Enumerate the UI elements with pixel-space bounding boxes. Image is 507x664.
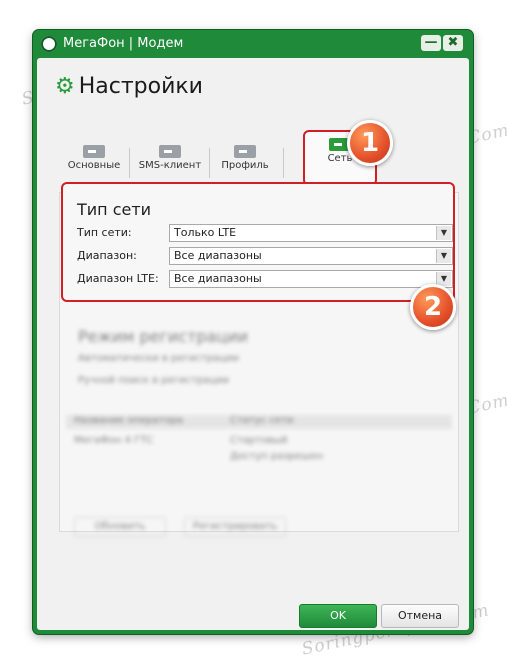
tab-basic[interactable]: Основные xyxy=(65,142,123,186)
lte-band-select[interactable]: Все диапазоны ▼ xyxy=(169,270,453,288)
tab-label: Основные xyxy=(67,160,121,171)
tab-divider xyxy=(129,148,130,178)
step-badge-2: 2 xyxy=(410,284,456,330)
settings-content: ⚙ Настройки Основные SMS-клиент Профиль С… xyxy=(37,58,469,630)
register-button[interactable]: Регистрировать xyxy=(184,517,286,537)
megafon-logo-icon xyxy=(41,36,57,52)
refresh-button[interactable]: Обновить xyxy=(74,517,166,537)
cancel-button[interactable]: Отмена xyxy=(381,604,459,628)
network-type-section: Тип сети Тип сети: Только LTE ▼ Диапазон… xyxy=(61,182,455,302)
tab-divider xyxy=(283,148,284,178)
tab-label: Профиль xyxy=(221,160,269,171)
network-type-select[interactable]: Только LTE ▼ xyxy=(169,224,453,242)
step-badge-1: 1 xyxy=(347,120,393,166)
column-operator: Название оператора xyxy=(74,415,184,426)
select-value: Все диапазоны xyxy=(174,249,262,262)
manual-registration-option: Ручной поиск в регистрации xyxy=(78,375,229,386)
gear-icon: ⚙ xyxy=(55,74,75,99)
tab-divider xyxy=(209,148,210,178)
ok-button[interactable]: OK xyxy=(299,604,377,628)
lte-band-row: Диапазон LTE: Все диапазоны ▼ xyxy=(77,270,453,288)
close-button[interactable]: ✖ xyxy=(443,35,463,51)
status-cell: Стартовый xyxy=(230,435,288,446)
field-label: Диапазон: xyxy=(77,249,137,262)
column-status: Статус сети xyxy=(230,415,294,426)
chevron-down-icon[interactable]: ▼ xyxy=(436,249,451,263)
tab-sms-client[interactable]: SMS-клиент xyxy=(135,142,205,186)
minimize-button[interactable]: — xyxy=(421,35,441,51)
auto-registration-option: Автоматически в регистрации xyxy=(78,353,239,364)
page-title-text: Настройки xyxy=(78,74,203,99)
status-cell: Доступ разрешен xyxy=(230,451,324,462)
page-title: ⚙ Настройки xyxy=(55,74,203,99)
chevron-down-icon[interactable]: ▼ xyxy=(436,226,451,240)
field-label: Диапазон LTE: xyxy=(77,272,159,285)
field-label: Тип сети: xyxy=(77,226,132,239)
band-select[interactable]: Все диапазоны ▼ xyxy=(169,247,453,265)
tab-label: Сеть xyxy=(327,153,353,164)
key-icon xyxy=(159,145,181,158)
key-icon xyxy=(83,145,105,158)
network-type-row: Тип сети: Только LTE ▼ xyxy=(77,224,453,242)
select-value: Все диапазоны xyxy=(174,272,262,285)
operator-cell: МегаФон 4 ГТС xyxy=(74,435,154,446)
app-window: МегаФон | Модем — ✖ ⚙ Настройки Основные … xyxy=(33,30,473,634)
band-row: Диапазон: Все диапазоны ▼ xyxy=(77,247,453,265)
network-type-title: Тип сети xyxy=(77,200,152,219)
tab-profile[interactable]: Профиль xyxy=(215,142,275,186)
registration-mode-title: Режим регистрации xyxy=(78,327,249,346)
key-icon xyxy=(234,145,256,158)
select-value: Только LTE xyxy=(174,226,237,239)
title-bar[interactable]: МегаФон | Модем — ✖ xyxy=(33,30,473,58)
window-title: МегаФон | Модем xyxy=(63,36,184,51)
tab-label: SMS-клиент xyxy=(138,160,202,171)
